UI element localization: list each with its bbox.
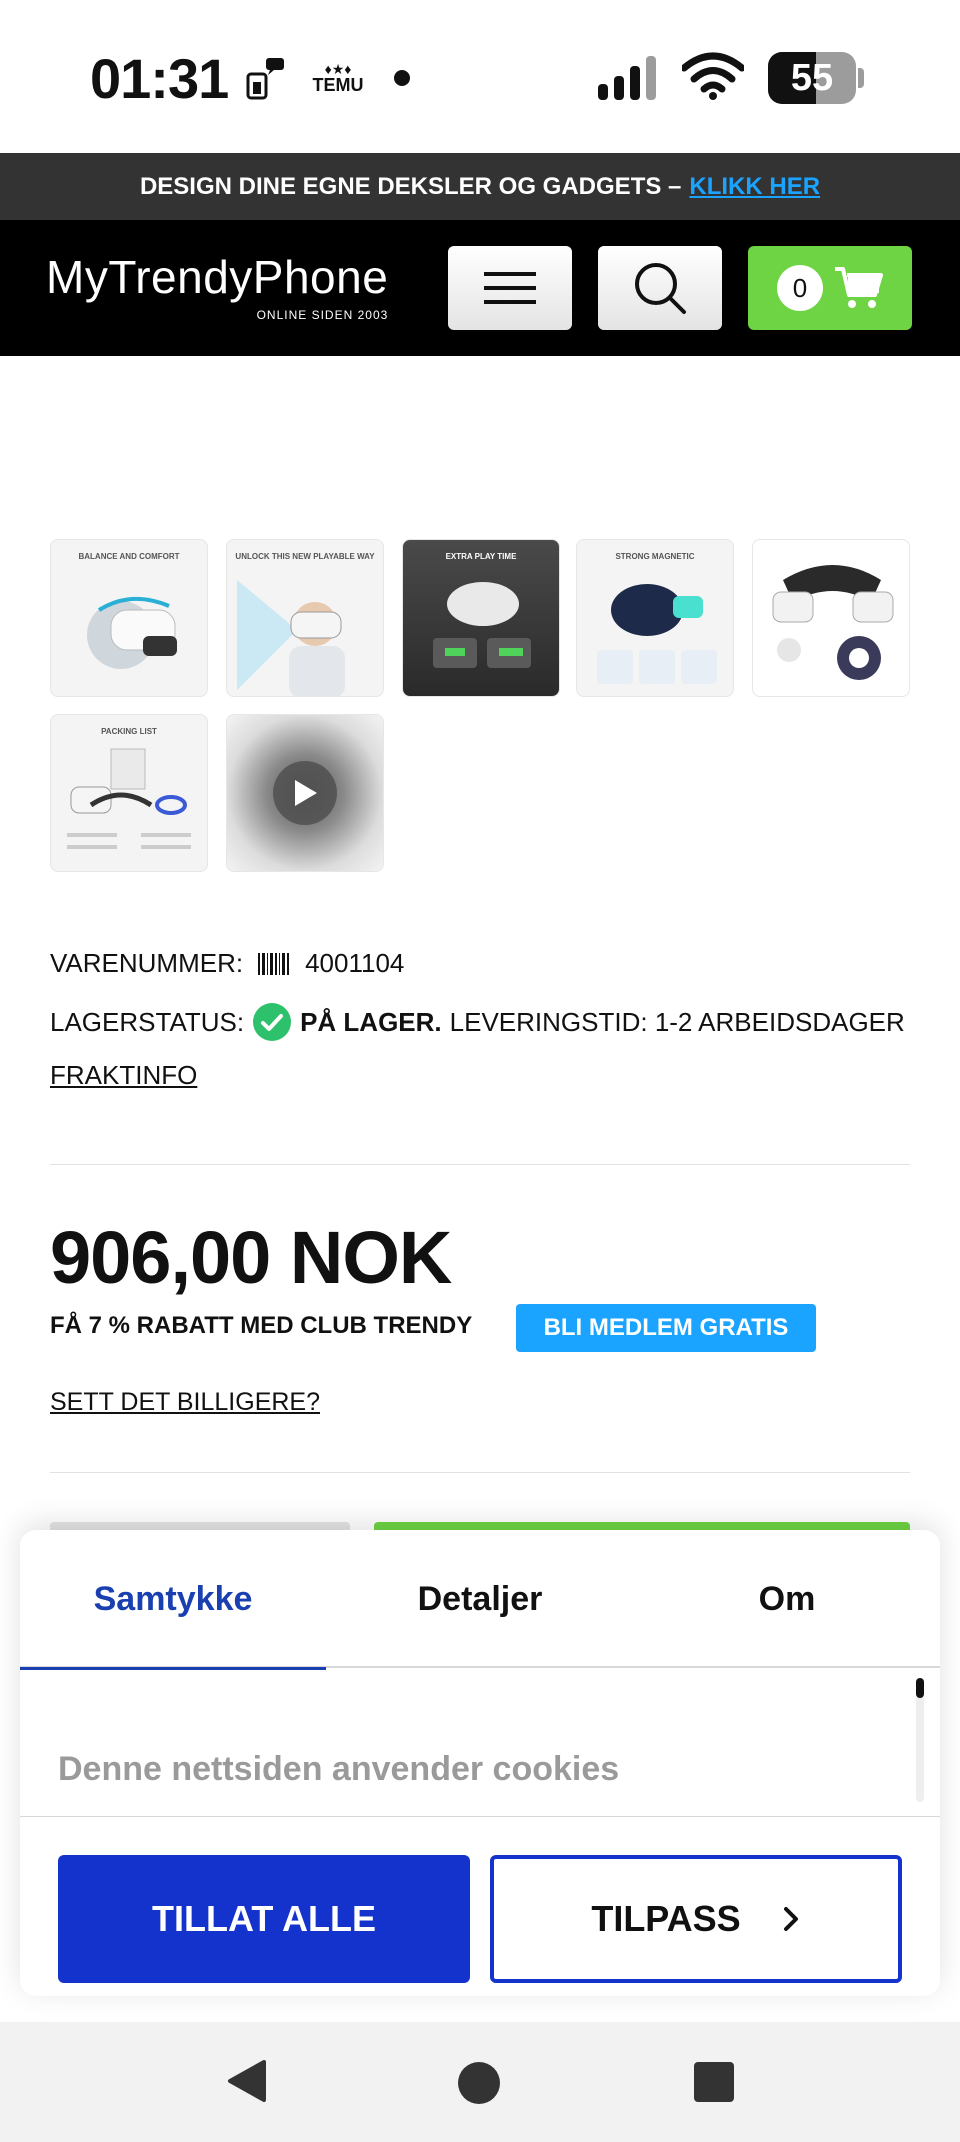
cart-icon [835, 267, 883, 308]
product-thumbnail[interactable] [752, 539, 910, 697]
join-club-button[interactable]: BLI MEDLEM GRATIS [516, 1304, 816, 1352]
status-bar: 01:31 ♦★♦ TEMU 55 [0, 0, 960, 153]
recent-apps-icon[interactable] [694, 2062, 734, 2102]
search-icon [635, 263, 686, 314]
tab-about[interactable]: Om [634, 1530, 940, 1668]
system-nav-bar [0, 2022, 960, 2142]
signal-icon [598, 56, 656, 100]
product-thumbnail[interactable]: EXTRA PLAY TIME [402, 539, 560, 697]
cookie-tabs: Samtykke Detaljer Om [20, 1530, 940, 1670]
sku-label: VARENUMMER: [50, 948, 244, 978]
back-icon[interactable] [224, 2058, 268, 2104]
shipping-info-link[interactable]: FRAKTINFO [50, 1060, 197, 1091]
magnetic-strap-image [597, 584, 717, 684]
thumbnail-caption: UNLOCK THIS NEW PLAYABLE WAY [235, 552, 375, 561]
logo-tagline: ONLINE SIDEN 2003 [256, 308, 389, 322]
thumbnail-caption: BALANCE AND COMFORT [78, 552, 180, 561]
vr-user-image [237, 580, 345, 696]
sku-row: VARENUMMER: 4001104 [50, 948, 404, 979]
delivery-time: LEVERINGSTID: 1-2 ARBEIDSDAGER [449, 1006, 905, 1037]
divider [50, 1472, 910, 1473]
strap-parts-image [772, 565, 894, 680]
club-discount-text: FÅ 7 % RABATT MED CLUB TRENDY [50, 1312, 473, 1339]
play-button[interactable] [273, 761, 337, 825]
tab-details[interactable]: Detaljer [327, 1530, 633, 1668]
dialog-scrollbar[interactable] [916, 1678, 924, 1802]
stock-row: LAGERSTATUS: PÅ LAGER. LEVERINGSTID: 1-2… [50, 1002, 905, 1042]
divider [20, 1816, 940, 1817]
search-button[interactable] [598, 246, 722, 330]
battery-icon: 55 [768, 52, 864, 104]
video-thumbnail[interactable] [226, 714, 384, 872]
product-thumbnail[interactable]: PACKING LIST [50, 714, 208, 872]
scrollbar-thumb[interactable] [916, 1678, 924, 1698]
product-thumbnail[interactable]: STRONG MAGNETIC [576, 539, 734, 697]
promo-banner: DESIGN DINE EGNE DEKSLER OG GADGETS – KL… [0, 153, 960, 220]
site-logo[interactable]: MyTrendyPhone ONLINE SIDEN 2003 [46, 250, 389, 322]
thumbnail-caption: PACKING LIST [101, 727, 157, 736]
sku-value: 4001104 [305, 948, 405, 978]
product-price: 906,00 NOK [50, 1216, 452, 1299]
hamburger-icon [484, 272, 536, 304]
product-thumbnail[interactable]: UNLOCK THIS NEW PLAYABLE WAY [226, 539, 384, 697]
clock: 01:31 [90, 47, 229, 110]
product-thumbnail[interactable]: BALANCE AND COMFORT [50, 539, 208, 697]
promo-text: DESIGN DINE EGNE DEKSLER OG GADGETS – [139, 172, 682, 200]
cookie-consent-dialog: Samtykke Detaljer Om Denne nettsiden anv… [20, 1530, 940, 1996]
tab-label: Om [758, 1579, 816, 1618]
tab-label: Samtykke [93, 1579, 253, 1618]
barcode-icon [258, 952, 290, 975]
menu-button[interactable] [448, 246, 572, 330]
thumbnail-caption: STRONG MAGNETIC [615, 552, 695, 561]
notification-icon [242, 56, 290, 100]
allow-all-button[interactable]: TILLAT ALLE [58, 1855, 470, 1983]
wifi-icon [682, 52, 744, 100]
in-stock-check-icon [253, 1003, 292, 1041]
battery-pack-image [433, 582, 531, 668]
promo-link[interactable]: KLIKK HER [689, 173, 820, 201]
play-icon [295, 780, 317, 806]
active-tab-indicator [20, 1667, 326, 1670]
vr-headset-image [87, 596, 177, 669]
battery-percent: 55 [790, 57, 834, 99]
notification-dot-icon [394, 70, 410, 86]
site-header: MyTrendyPhone ONLINE SIDEN 2003 0 [0, 220, 960, 356]
chevron-right-icon [783, 1907, 798, 1931]
customize-button[interactable]: TILPASS [490, 1855, 902, 1983]
stock-value: PÅ LAGER. [300, 1006, 442, 1037]
tab-label: Detaljer [417, 1579, 543, 1618]
home-icon[interactable] [458, 2062, 500, 2104]
thumbnail-caption: EXTRA PLAY TIME [445, 552, 517, 561]
packing-list-image [67, 748, 191, 849]
temu-notification-icon: ♦★♦ TEMU [312, 61, 364, 95]
cart-button[interactable]: 0 [748, 246, 912, 330]
cookie-heading: Denne nettsiden anvender cookies [58, 1750, 620, 1788]
logo-text: MyTrendyPhone [46, 251, 389, 303]
temu-label: TEMU [312, 75, 364, 95]
cart-count-badge: 0 [777, 265, 823, 311]
tab-consent[interactable]: Samtykke [20, 1530, 326, 1670]
divider [50, 1164, 910, 1165]
chat-device-icon [246, 58, 284, 100]
stock-label: LAGERSTATUS: [50, 1006, 245, 1037]
customize-label: TILPASS [591, 1898, 741, 1939]
seen-cheaper-link[interactable]: SETT DET BILLIGERE? [50, 1388, 320, 1417]
